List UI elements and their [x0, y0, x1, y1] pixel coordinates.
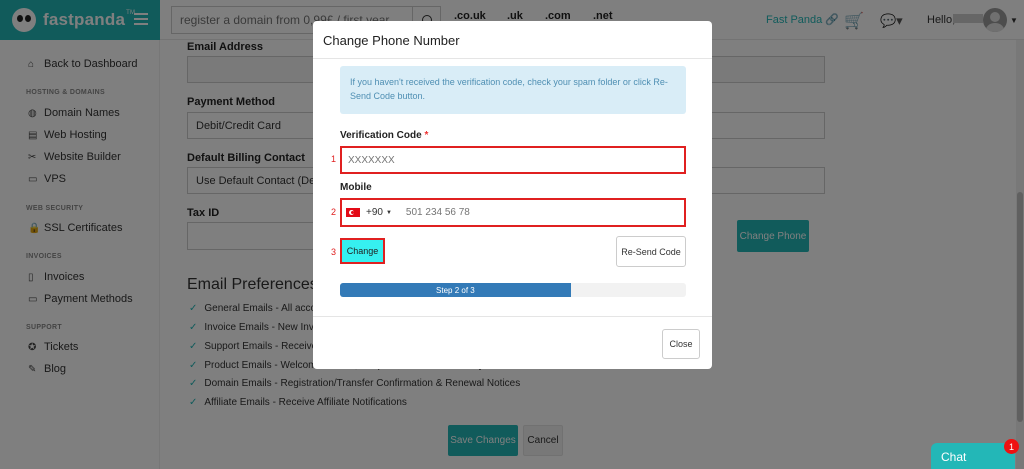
verification-code-label-text: Verification Code	[340, 130, 422, 141]
chat-label: Chat	[941, 450, 967, 464]
mobile-number-input[interactable]	[405, 207, 682, 218]
mobile-phone-field: +90 ▼	[344, 201, 682, 224]
modal-header: Change Phone Number	[313, 21, 712, 59]
modal-footer-divider	[313, 316, 712, 317]
required-mark: *	[424, 130, 429, 141]
step-marker-1: 1	[331, 154, 337, 164]
step-marker-2: 2	[331, 207, 337, 217]
info-alert: If you haven't received the verification…	[340, 66, 686, 114]
modal-title: Change Phone Number	[323, 33, 460, 48]
verification-code-label: Verification Code *	[340, 130, 428, 141]
chat-button[interactable]: Chat	[931, 443, 1015, 469]
chevron-down-icon[interactable]: ▼	[386, 210, 392, 216]
change-button[interactable]: Change	[340, 238, 385, 264]
step-marker-3: 3	[331, 247, 337, 257]
progress-bar: Step 2 of 3	[340, 283, 686, 297]
resend-code-button[interactable]: Re-Send Code	[616, 236, 686, 267]
change-phone-modal: Change Phone Number If you haven't recei…	[313, 21, 712, 369]
turkey-flag-icon[interactable]	[346, 208, 360, 217]
mobile-label: Mobile	[340, 182, 372, 193]
verification-code-input[interactable]	[344, 149, 682, 172]
progress-fill: Step 2 of 3	[340, 283, 571, 297]
country-code[interactable]: +90	[366, 207, 383, 218]
close-button[interactable]: Close	[662, 329, 700, 359]
chat-badge: 1	[1004, 439, 1019, 454]
